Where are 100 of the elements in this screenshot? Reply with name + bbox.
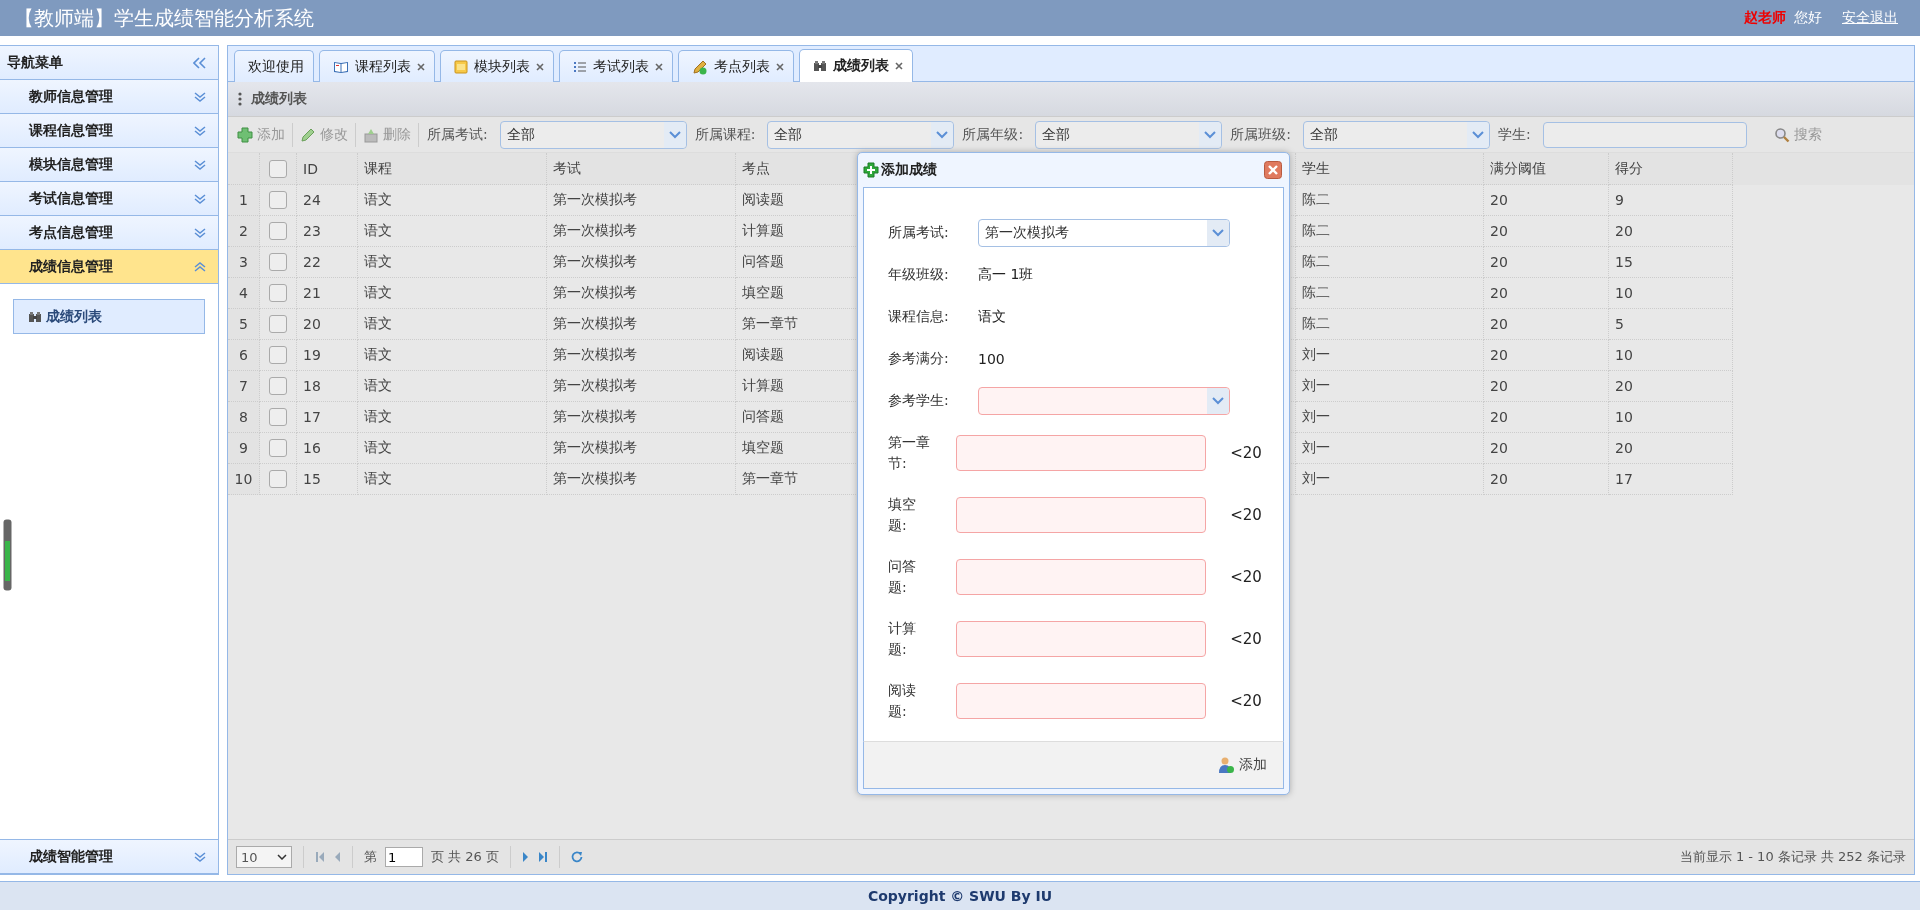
filter-label: 学生: xyxy=(1497,125,1531,144)
tab[interactable]: 欢迎使用 xyxy=(234,50,314,82)
column-header[interactable]: 学生 xyxy=(1296,153,1484,185)
field-hint: <20 xyxy=(1230,444,1262,462)
row-checkbox[interactable] xyxy=(269,377,287,395)
row-checkbox[interactable] xyxy=(269,222,287,240)
filter-dropdown[interactable]: 全部 xyxy=(1302,120,1490,149)
row-checkbox[interactable] xyxy=(269,191,287,209)
table-cell: 语文 xyxy=(358,216,547,247)
score-field[interactable] xyxy=(956,559,1207,595)
collapse-icon[interactable] xyxy=(193,56,206,69)
table-cell: 20 xyxy=(1609,371,1733,402)
row-number: 6 xyxy=(228,340,260,371)
page-number-field[interactable]: 1 xyxy=(385,847,423,867)
tab[interactable]: 考点列表 xyxy=(678,50,794,82)
tab[interactable]: 考试列表 xyxy=(559,50,673,82)
binoculars-icon xyxy=(813,60,827,72)
table-cell: 语文 xyxy=(358,185,547,216)
filter-label: 所属课程: xyxy=(694,125,756,144)
dropdown-field[interactable] xyxy=(978,387,1230,415)
table-cell: 20 xyxy=(1609,216,1733,247)
last-page-icon[interactable] xyxy=(537,851,548,863)
menu-group[interactable]: 课程信息管理 xyxy=(0,114,218,148)
table-cell: 刘一 xyxy=(1296,433,1484,464)
field-hint: <20 xyxy=(1230,506,1262,524)
close-icon[interactable] xyxy=(776,62,784,71)
tab[interactable]: 课程列表 xyxy=(319,50,435,82)
menu-group[interactable]: 成绩智能管理 xyxy=(0,840,218,874)
page-size-dropdown[interactable]: 10 xyxy=(236,846,292,868)
menu-group[interactable]: 考试信息管理 xyxy=(0,182,218,216)
student-field[interactable] xyxy=(1542,121,1747,148)
next-page-icon[interactable] xyxy=(521,851,530,863)
score-field[interactable] xyxy=(956,435,1207,471)
refresh-icon[interactable] xyxy=(570,851,583,863)
table-cell: 第一次模拟考 xyxy=(547,216,736,247)
column-header[interactable]: 考试 xyxy=(547,153,736,185)
user-name: 赵老师 xyxy=(1744,9,1786,27)
table-cell: 17 xyxy=(1609,464,1733,495)
field-hint: <20 xyxy=(1230,630,1262,648)
table-cell: 20 xyxy=(1484,185,1609,216)
menu-group[interactable]: 教师信息管理 xyxy=(0,80,218,114)
table-cell: 刘一 xyxy=(1296,371,1484,402)
pencil-icon xyxy=(692,58,708,75)
table-cell: 第一次模拟考 xyxy=(547,278,736,309)
filter-dropdown[interactable]: 全部 xyxy=(767,120,955,149)
score-field[interactable] xyxy=(956,497,1207,533)
table-cell: 陈二 xyxy=(1296,247,1484,278)
binoculars-icon xyxy=(28,310,42,323)
expand-icon xyxy=(194,850,206,863)
close-icon[interactable] xyxy=(1264,161,1282,179)
menu-group[interactable]: 成绩信息管理 xyxy=(0,250,218,284)
column-header[interactable]: 课程 xyxy=(358,153,547,185)
menu-group[interactable]: 考点信息管理 xyxy=(0,216,218,250)
table-cell: 20 xyxy=(1484,433,1609,464)
resize-handle[interactable] xyxy=(3,519,12,591)
table-cell: 语文 xyxy=(358,278,547,309)
row-checkbox[interactable] xyxy=(269,346,287,364)
menu-group[interactable]: 模块信息管理 xyxy=(0,148,218,182)
column-header[interactable]: ID xyxy=(297,153,358,185)
score-field[interactable] xyxy=(956,683,1207,719)
first-page-icon[interactable] xyxy=(315,851,325,863)
row-checkbox[interactable] xyxy=(269,315,287,333)
select-all-checkbox[interactable] xyxy=(269,159,287,178)
table-cell: 刘一 xyxy=(1296,402,1484,433)
row-checkbox[interactable] xyxy=(269,284,287,302)
field-label: 所属考试: xyxy=(888,224,950,242)
tab[interactable]: 模块列表 xyxy=(440,50,554,82)
table-cell: 20 xyxy=(1484,247,1609,278)
filter-dropdown[interactable]: 全部 xyxy=(1035,120,1223,149)
close-icon[interactable] xyxy=(895,62,903,70)
row-checkbox[interactable] xyxy=(269,408,287,426)
field-hint: <20 xyxy=(1230,568,1262,586)
menu-item[interactable]: 成绩列表 xyxy=(13,299,205,334)
dropdown-field[interactable]: 第一次模拟考 xyxy=(978,219,1230,247)
close-icon[interactable] xyxy=(417,62,425,71)
table-cell: 第一次模拟考 xyxy=(547,185,736,216)
previous-page-icon[interactable] xyxy=(333,851,341,863)
filter-dropdown[interactable]: 全部 xyxy=(499,120,687,149)
row-checkbox[interactable] xyxy=(269,253,287,271)
column-header[interactable]: 得分 xyxy=(1609,153,1733,185)
table-cell: 语文 xyxy=(358,247,547,278)
filter-label: 所属年级: xyxy=(962,125,1024,144)
add-button[interactable]: 添加 xyxy=(1211,755,1273,775)
table-cell: 第一次模拟考 xyxy=(547,340,736,371)
score-field[interactable] xyxy=(956,621,1207,657)
close-icon[interactable] xyxy=(536,62,544,71)
column-header[interactable]: 满分阈值 xyxy=(1484,153,1609,185)
tab[interactable]: 成绩列表 xyxy=(799,49,913,82)
row-checkbox[interactable] xyxy=(269,439,287,457)
close-icon[interactable] xyxy=(655,62,663,71)
table-cell: 21 xyxy=(297,278,358,309)
table-cell: 20 xyxy=(1484,309,1609,340)
field-label: 填空题: xyxy=(888,495,917,535)
table-cell: 20 xyxy=(1484,340,1609,371)
field-label: 参考满分: xyxy=(888,350,950,368)
table-cell: 20 xyxy=(1484,216,1609,247)
row-number: 3 xyxy=(228,247,260,278)
row-checkbox[interactable] xyxy=(269,470,287,488)
pencil-icon xyxy=(300,126,316,143)
table-cell: 语文 xyxy=(358,371,547,402)
